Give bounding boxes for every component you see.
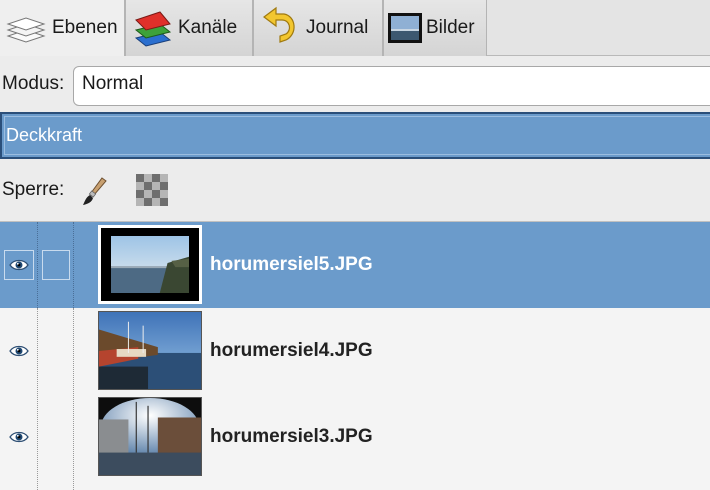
layers-icon: [6, 17, 46, 43]
tree-guide-line: [37, 222, 38, 308]
layer-row[interactable]: horumersiel5.JPG: [0, 222, 710, 308]
harbor-photo-thumbnail: [99, 398, 201, 475]
layer-name: horumersiel3.JPG: [210, 426, 373, 447]
layer-thumbnail: [98, 225, 202, 304]
layer-row[interactable]: horumersiel4.JPG: [0, 308, 710, 394]
layer-thumbnail: [98, 397, 202, 476]
tab-label: Bilder: [426, 17, 475, 38]
tab-label: Journal: [306, 17, 369, 38]
mode-select[interactable]: Normal: [73, 66, 710, 106]
tab-layers[interactable]: Ebenen: [0, 0, 125, 57]
tree-guide-line: [73, 308, 74, 490]
layer-mode-row: Modus: Normal: [0, 56, 710, 112]
tab-label: Ebenen: [52, 17, 118, 38]
eye-icon: [9, 345, 29, 357]
images-icon: [388, 13, 422, 43]
tab-undo-history[interactable]: Journal: [253, 0, 383, 56]
lock-alpha-icon[interactable]: [136, 174, 168, 206]
tree-guide-line: [73, 222, 74, 308]
eye-icon: [9, 259, 29, 271]
harbor-photo-thumbnail: [99, 312, 201, 389]
visibility-toggle[interactable]: [4, 250, 34, 280]
chain-toggle[interactable]: [42, 422, 70, 452]
channels-icon: [134, 11, 172, 47]
layer-row[interactable]: horumersiel3.JPG: [0, 394, 710, 480]
eye-icon: [9, 431, 29, 443]
layer-thumbnail: [98, 311, 202, 390]
visibility-toggle[interactable]: [4, 336, 34, 366]
tab-channels[interactable]: Kanäle: [125, 0, 253, 56]
layers-list: horumersiel5.JPG horumersiel4.JPG horume…: [0, 221, 710, 490]
tab-images[interactable]: Bilder: [383, 0, 487, 56]
lock-label: Sperre:: [2, 179, 65, 200]
visibility-toggle[interactable]: [4, 422, 34, 452]
opacity-slider-track: [4, 116, 710, 155]
chain-toggle[interactable]: [42, 250, 70, 280]
lock-pixels-brush-icon[interactable]: [80, 175, 112, 207]
tab-label: Kanäle: [178, 17, 238, 38]
dock-tab-bar: Ebenen Kanäle Journal Bilder: [0, 0, 710, 57]
chain-toggle[interactable]: [42, 336, 70, 366]
lock-row: Sperre:: [0, 162, 710, 220]
undo-history-icon: [263, 6, 295, 43]
layer-name: horumersiel5.JPG: [210, 254, 373, 275]
mode-label: Modus:: [2, 73, 65, 94]
mode-value: Normal: [82, 73, 144, 94]
tree-guide-line: [37, 308, 38, 490]
harbor-photo-thumbnail: [111, 236, 189, 293]
opacity-label: Deckkraft: [6, 125, 83, 145]
layer-name: horumersiel4.JPG: [210, 340, 373, 361]
opacity-slider[interactable]: Deckkraft: [0, 112, 710, 159]
